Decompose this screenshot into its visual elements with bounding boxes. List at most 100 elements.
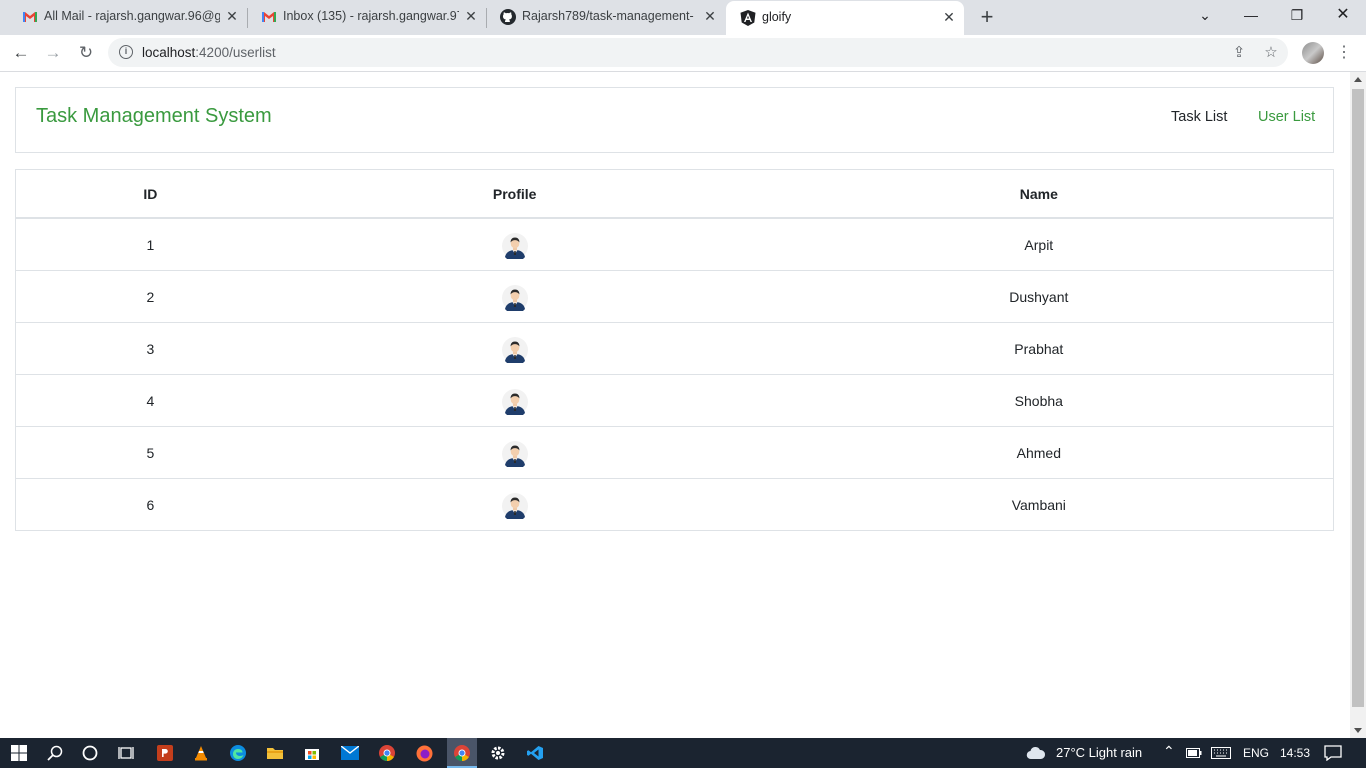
table-row: 5 Ahmed xyxy=(15,426,1334,479)
browser-toolbar: ← → ↻ i localhost:4200/userlist ⇪ ☆ xyxy=(0,35,1366,72)
powerpoint-icon[interactable] xyxy=(155,743,175,763)
chrome-active-icon[interactable] xyxy=(447,738,477,768)
browser-tab[interactable]: Inbox (135) - rajarsh.gangwar.97@ ✕ xyxy=(247,0,485,35)
more-menu-icon[interactable]: ⋮ xyxy=(1336,43,1352,63)
user-name: Ahmed xyxy=(744,426,1334,479)
close-icon[interactable]: ✕ xyxy=(463,8,479,24)
user-name: Prabhat xyxy=(744,322,1334,375)
language-indicator[interactable]: ENG xyxy=(1243,746,1269,760)
angular-icon xyxy=(740,10,756,26)
tab-search-icon[interactable]: ⌄ xyxy=(1194,4,1216,26)
user-avatar-icon xyxy=(501,389,528,418)
chevron-up-icon[interactable]: ⌃ xyxy=(1163,743,1175,760)
tab-title: Rajarsh789/task-management-sy xyxy=(522,9,694,23)
edge-icon[interactable] xyxy=(228,743,248,763)
user-id: 4 xyxy=(15,374,285,427)
url-path: :4200/userlist xyxy=(195,45,276,60)
clock[interactable]: 14:53 xyxy=(1280,746,1310,760)
user-table: ID Profile Name 1 Arpit 2 Dushyant 3 Prabhat 4… xyxy=(15,169,1334,531)
user-avatar-icon xyxy=(501,493,528,522)
close-icon[interactable]: ✕ xyxy=(941,9,957,25)
user-avatar-icon xyxy=(501,285,528,314)
browser-tab-active[interactable]: gloify ✕ xyxy=(726,1,964,35)
user-id: 1 xyxy=(15,217,285,271)
nav-task-list[interactable]: Task List xyxy=(1171,109,1227,125)
user-id: 5 xyxy=(15,426,285,479)
app-brand[interactable]: Task Management System xyxy=(36,105,272,128)
address-bar[interactable]: i localhost:4200/userlist ⇪ ☆ xyxy=(108,38,1288,67)
table-header-row: ID Profile Name xyxy=(15,169,1334,219)
url-text[interactable]: localhost:4200/userlist xyxy=(142,45,276,60)
weather-cloud-icon[interactable] xyxy=(1026,743,1046,763)
chrome-icon[interactable] xyxy=(377,743,397,763)
firefox-icon[interactable] xyxy=(414,743,434,763)
bookmark-star-icon[interactable]: ☆ xyxy=(1261,43,1281,63)
tab-title: gloify xyxy=(762,10,792,24)
os-taskbar: 27°C Light rain ⌃ ENG 14:53 xyxy=(0,738,1366,768)
user-name: Shobha xyxy=(744,374,1334,427)
user-id: 3 xyxy=(15,322,285,375)
close-icon[interactable]: ✕ xyxy=(224,8,240,24)
keyboard-icon[interactable] xyxy=(1211,743,1231,763)
windows-start-icon[interactable] xyxy=(9,743,29,763)
profile-cell xyxy=(284,374,745,427)
user-id: 2 xyxy=(15,270,285,323)
cortana-icon[interactable] xyxy=(80,743,100,763)
share-icon[interactable]: ⇪ xyxy=(1229,43,1249,63)
browser-tab[interactable]: Rajarsh789/task-management-sy ✕ xyxy=(486,0,724,35)
gmail-icon xyxy=(261,9,277,25)
restore-icon[interactable]: ❐ xyxy=(1286,4,1308,26)
user-id: 6 xyxy=(15,478,285,531)
forward-arrow-icon[interactable]: → xyxy=(42,42,64,64)
header-profile: Profile xyxy=(284,169,745,219)
settings-gear-icon[interactable] xyxy=(488,743,508,763)
notification-icon[interactable] xyxy=(1323,743,1343,763)
tab-title: Inbox (135) - rajarsh.gangwar.97@ xyxy=(283,9,459,23)
table-row: 2 Dushyant xyxy=(15,270,1334,323)
user-avatar-icon xyxy=(501,233,528,262)
scroll-down-icon[interactable] xyxy=(1354,728,1362,733)
user-name: Vambani xyxy=(744,478,1334,531)
scrollbar-thumb[interactable] xyxy=(1352,89,1364,707)
gmail-icon xyxy=(22,9,38,25)
battery-icon[interactable] xyxy=(1184,743,1204,763)
user-name: Dushyant xyxy=(744,270,1334,323)
page-content: Task Management System Task List User Li… xyxy=(0,72,1350,738)
new-tab-button[interactable]: + xyxy=(976,6,998,28)
header-name: Name xyxy=(744,169,1334,219)
scroll-up-icon[interactable] xyxy=(1354,77,1362,82)
info-icon[interactable]: i xyxy=(119,45,133,59)
table-row: 1 Arpit xyxy=(15,217,1334,271)
profile-cell xyxy=(284,270,745,323)
profile-cell xyxy=(284,426,745,479)
github-icon xyxy=(500,9,516,25)
user-avatar-icon xyxy=(501,337,528,366)
window-close-icon[interactable]: ✕ xyxy=(1332,4,1354,26)
vlc-icon[interactable] xyxy=(191,743,211,763)
page-scrollbar[interactable] xyxy=(1350,72,1366,738)
weather-text[interactable]: 27°C Light rain xyxy=(1056,745,1142,760)
mail-icon[interactable] xyxy=(340,743,360,763)
task-view-icon[interactable] xyxy=(116,743,136,763)
reload-icon[interactable]: ↻ xyxy=(75,42,97,64)
table-row: 6 Vambani xyxy=(15,478,1334,531)
url-host: localhost xyxy=(142,45,196,60)
close-icon[interactable]: ✕ xyxy=(702,8,718,24)
browser-tab[interactable]: All Mail - rajarsh.gangwar.96@gm ✕ xyxy=(8,0,246,35)
profile-cell xyxy=(284,217,745,271)
file-explorer-icon[interactable] xyxy=(265,743,285,763)
profile-cell xyxy=(284,322,745,375)
nav-user-list[interactable]: User List xyxy=(1258,109,1315,125)
user-name: Arpit xyxy=(744,217,1334,271)
app-navbar: Task Management System Task List User Li… xyxy=(15,87,1334,153)
table-row: 4 Shobha xyxy=(15,374,1334,427)
back-arrow-icon[interactable]: ← xyxy=(10,42,32,64)
tab-title: All Mail - rajarsh.gangwar.96@gm xyxy=(44,9,220,23)
store-icon[interactable] xyxy=(302,743,322,763)
profile-avatar[interactable] xyxy=(1302,42,1324,64)
profile-cell xyxy=(284,478,745,531)
header-id: ID xyxy=(15,169,285,219)
vscode-icon[interactable] xyxy=(525,743,545,763)
minimize-icon[interactable]: — xyxy=(1240,4,1262,26)
search-icon[interactable] xyxy=(45,743,65,763)
